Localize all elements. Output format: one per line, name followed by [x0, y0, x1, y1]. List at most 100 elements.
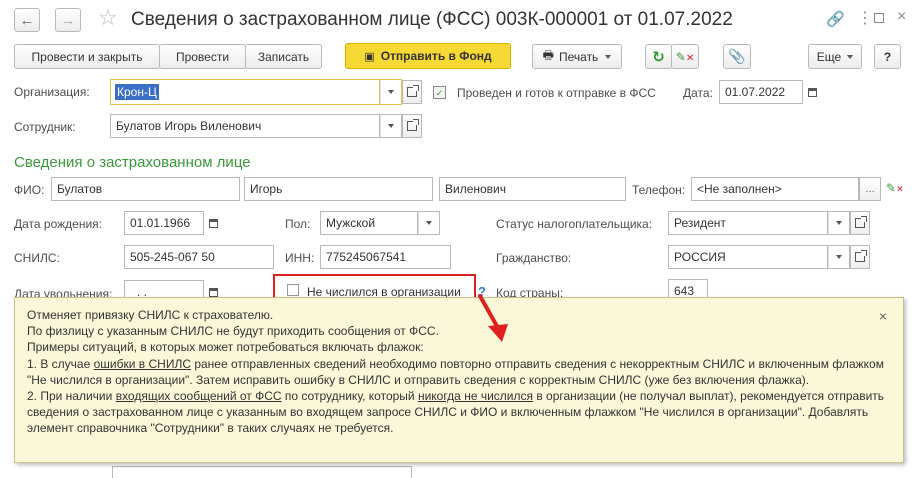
refresh-button[interactable]: ↻ [645, 44, 672, 69]
star-icon[interactable]: ☆ [98, 5, 118, 31]
paperclip-icon: 📎 [728, 48, 746, 64]
send-to-fund-button[interactable]: ▣ Отправить в Фонд [345, 43, 511, 69]
inn-value: 775245067541 [326, 250, 407, 264]
first-name-value: Игорь [250, 182, 283, 196]
link-icon[interactable]: 🔗 [826, 10, 845, 28]
citizenship-dropdown-button[interactable] [828, 245, 850, 269]
citizenship-value: РОССИЯ [674, 250, 726, 264]
org-label: Организация: [14, 85, 90, 99]
arrow-left-icon: ← [19, 11, 35, 29]
tooltip-line-1: Отменяет привязку СНИЛС к страхователю. [27, 308, 274, 322]
never-listed-link[interactable]: никогда не числился [418, 389, 533, 403]
tooltip-paragraph-1: 1. В случае ошибки в СНИЛС ранее отправл… [27, 356, 891, 388]
birth-date-calendar-button[interactable] [203, 211, 223, 235]
open-icon [407, 85, 419, 97]
close-icon[interactable]: × [897, 8, 906, 26]
tax-status-dropdown-button[interactable] [828, 211, 850, 235]
date-calendar-button[interactable] [802, 80, 822, 104]
date-value: 01.07.2022 [725, 85, 786, 99]
section-title: Сведения о застрахованном лице [14, 154, 251, 171]
more-button[interactable]: Еще [808, 44, 862, 69]
tooltip-line-3: Примеры ситуаций, в которых может потреб… [27, 340, 424, 355]
employee-value: Булатов Игорь Виленович [116, 119, 262, 133]
gender-value: Мужской [326, 216, 376, 230]
posted-status-text: Проведен и готов к отправке в ФСС [457, 86, 656, 100]
chevron-down-icon [605, 54, 612, 59]
birth-date-field[interactable]: 01.01.1966 [124, 211, 204, 235]
post-button[interactable]: Провести [159, 44, 246, 69]
send-to-fund-label: Отправить в Фонд [380, 49, 492, 63]
open-icon [407, 119, 419, 131]
phone-select-button[interactable]: … [859, 177, 881, 201]
inn-field[interactable]: 775245067541 [320, 245, 451, 269]
chevron-down-icon [426, 221, 432, 225]
help-button[interactable]: ? [874, 44, 901, 69]
edit-clear-icon[interactable]: ✎✕ [886, 181, 904, 195]
cancel-posting-button[interactable]: ✎✕ [671, 44, 699, 69]
annotation-arrow [478, 294, 508, 342]
phone-value: <Не заполнен> [697, 182, 782, 196]
last-name-value: Булатов [57, 182, 103, 196]
date-label: Дата: [683, 86, 713, 100]
tax-status-field[interactable]: Резидент [668, 211, 828, 235]
middle-name-field[interactable]: Виленович [439, 177, 626, 201]
send-icon: ▣ [364, 50, 375, 63]
chevron-down-icon [836, 255, 842, 259]
org-dropdown-button[interactable] [380, 79, 402, 105]
org-field[interactable]: Крон-Ц [110, 79, 380, 105]
refresh-icon: ↻ [652, 48, 665, 66]
calendar-icon [208, 287, 218, 297]
help-tooltip: Отменяет привязку СНИЛС к страхователю. … [14, 297, 904, 463]
tooltip-p2-text-b: по сотруднику, который [281, 389, 418, 404]
employee-field[interactable]: Булатов Игорь Виленович [110, 114, 380, 138]
org-open-button[interactable] [402, 80, 422, 104]
employee-open-button[interactable] [402, 114, 422, 138]
tax-status-value: Резидент [674, 216, 726, 230]
attachment-button[interactable]: 📎 [723, 44, 751, 69]
tooltip-close-icon[interactable]: × [879, 308, 887, 324]
tax-status-open-button[interactable] [850, 211, 870, 235]
tooltip-paragraph-2: 2. При наличии входящих сообщений от ФСС… [27, 388, 891, 437]
middle-name-value: Виленович [445, 182, 507, 196]
chevron-down-icon [388, 90, 394, 94]
employee-label: Сотрудник: [14, 120, 76, 134]
open-icon [855, 250, 867, 262]
open-icon [855, 216, 867, 228]
print-label: Печать [559, 49, 599, 64]
country-code-value: 643 [674, 284, 695, 298]
birth-date-value: 01.01.1966 [130, 216, 191, 230]
date-field[interactable]: 01.07.2022 [719, 80, 803, 104]
citizenship-open-button[interactable] [850, 245, 870, 269]
chevron-down-icon [847, 54, 854, 59]
calendar-icon [807, 87, 817, 97]
inn-label: ИНН: [285, 251, 315, 265]
menu-dots-icon[interactable]: ⋮ [857, 8, 873, 28]
employee-dropdown-button[interactable] [380, 114, 402, 138]
hidden-field [112, 466, 412, 478]
save-button[interactable]: Записать [245, 44, 322, 69]
chevron-down-icon [388, 124, 394, 128]
post-and-close-button[interactable]: Провести и закрыть [14, 44, 160, 69]
print-button[interactable]: 🖶 Печать [532, 44, 622, 69]
incoming-messages-link[interactable]: входящих сообщений от ФСС [116, 389, 282, 403]
citizenship-field[interactable]: РОССИЯ [668, 245, 828, 269]
tax-status-label: Статус налогоплательщика: [496, 217, 653, 231]
chevron-down-icon [836, 221, 842, 225]
forward-button[interactable]: → [55, 8, 81, 32]
snils-error-link[interactable]: ошибки в СНИЛС [94, 357, 191, 371]
gender-field[interactable]: Мужской [320, 211, 418, 235]
calendar-icon [208, 218, 218, 228]
org-value: Крон-Ц [115, 84, 159, 100]
gender-label: Пол: [285, 217, 311, 231]
first-name-field[interactable]: Игорь [244, 177, 433, 201]
not-listed-checkbox[interactable] [287, 284, 299, 296]
maximize-icon[interactable] [874, 13, 884, 23]
snils-value: 505-245-067 50 [130, 250, 215, 264]
gender-dropdown-button[interactable] [418, 211, 440, 235]
phone-field[interactable]: <Не заполнен> [691, 177, 859, 201]
last-name-field[interactable]: Булатов [51, 177, 240, 201]
snils-field[interactable]: 505-245-067 50 [124, 245, 274, 269]
arrow-right-icon: → [60, 11, 76, 29]
tooltip-line-2: По физлицу с указанным СНИЛС не будут пр… [27, 324, 439, 339]
back-button[interactable]: ← [14, 8, 40, 32]
